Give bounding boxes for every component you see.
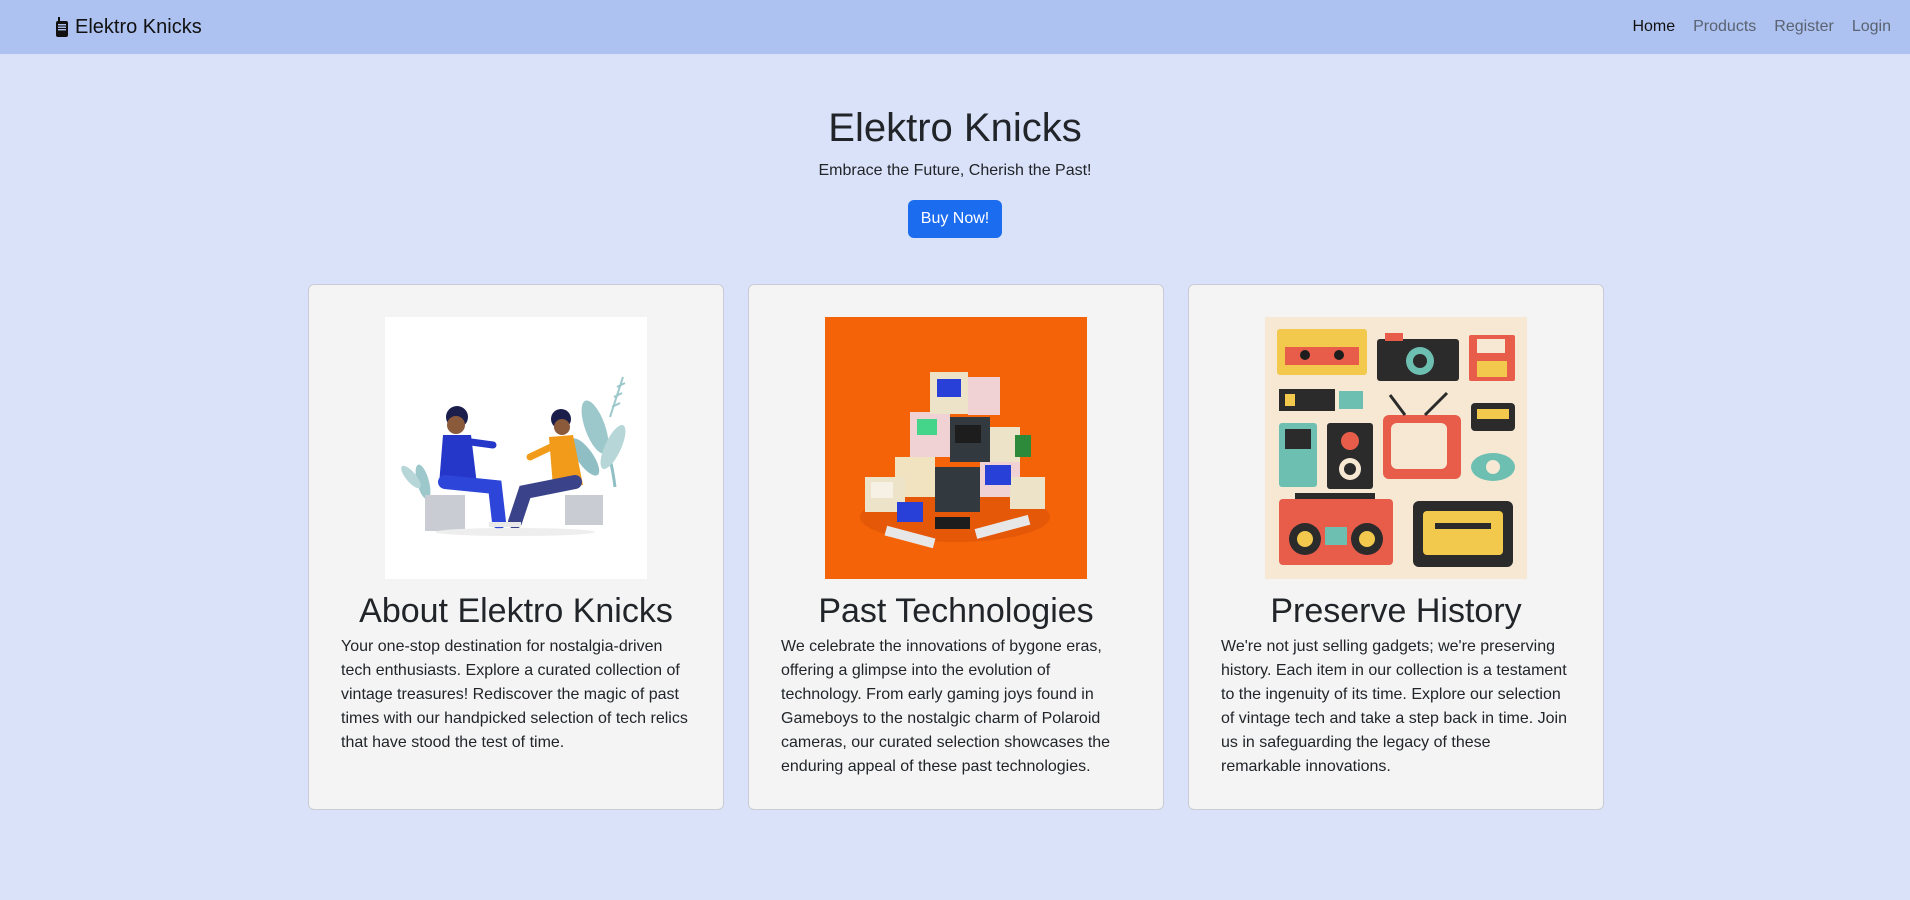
card-past-technologies: Past Technologies We celebrate the innov… bbox=[748, 284, 1164, 810]
stacked-retro-computers-illustration bbox=[825, 317, 1087, 579]
card-preserve-history: Preserve History We're not just selling … bbox=[1188, 284, 1604, 810]
two-people-talking-illustration bbox=[385, 317, 647, 579]
feature-cards: About Elektro Knicks Your one-stop desti… bbox=[308, 284, 1604, 810]
vintage-gadgets-grid-illustration bbox=[1265, 317, 1527, 579]
card-text: Your one-stop destination for nostalgia-… bbox=[341, 638, 688, 751]
hero-title: Elektro Knicks bbox=[828, 106, 1082, 150]
walkie-talkie-icon bbox=[55, 17, 69, 37]
card-about: About Elektro Knicks Your one-stop desti… bbox=[308, 284, 724, 810]
card-text: We celebrate the innovations of bygone e… bbox=[781, 638, 1111, 775]
card-title: Past Technologies bbox=[818, 592, 1094, 630]
nav-links: Home Products Register Login bbox=[1623, 0, 1900, 54]
nav-home[interactable]: Home bbox=[1632, 18, 1675, 36]
brand-link[interactable]: Elektro Knicks bbox=[55, 0, 202, 54]
hero-subtitle: Embrace the Future, Cherish the Past! bbox=[818, 162, 1092, 179]
nav-products[interactable]: Products bbox=[1693, 18, 1756, 36]
navbar: Elektro Knicks Home Products Register Lo… bbox=[0, 0, 1910, 54]
card-title: About Elektro Knicks bbox=[359, 592, 673, 630]
buy-now-button[interactable]: Buy Now! bbox=[907, 200, 1003, 238]
nav-register[interactable]: Register bbox=[1774, 18, 1834, 36]
hero-section: Elektro Knicks Embrace the Future, Cheri… bbox=[0, 100, 1910, 238]
card-text: We're not just selling gadgets; we're pr… bbox=[1221, 638, 1567, 775]
brand-name: Elektro Knicks bbox=[75, 15, 202, 38]
card-title: Preserve History bbox=[1270, 592, 1522, 630]
nav-login[interactable]: Login bbox=[1852, 18, 1891, 36]
